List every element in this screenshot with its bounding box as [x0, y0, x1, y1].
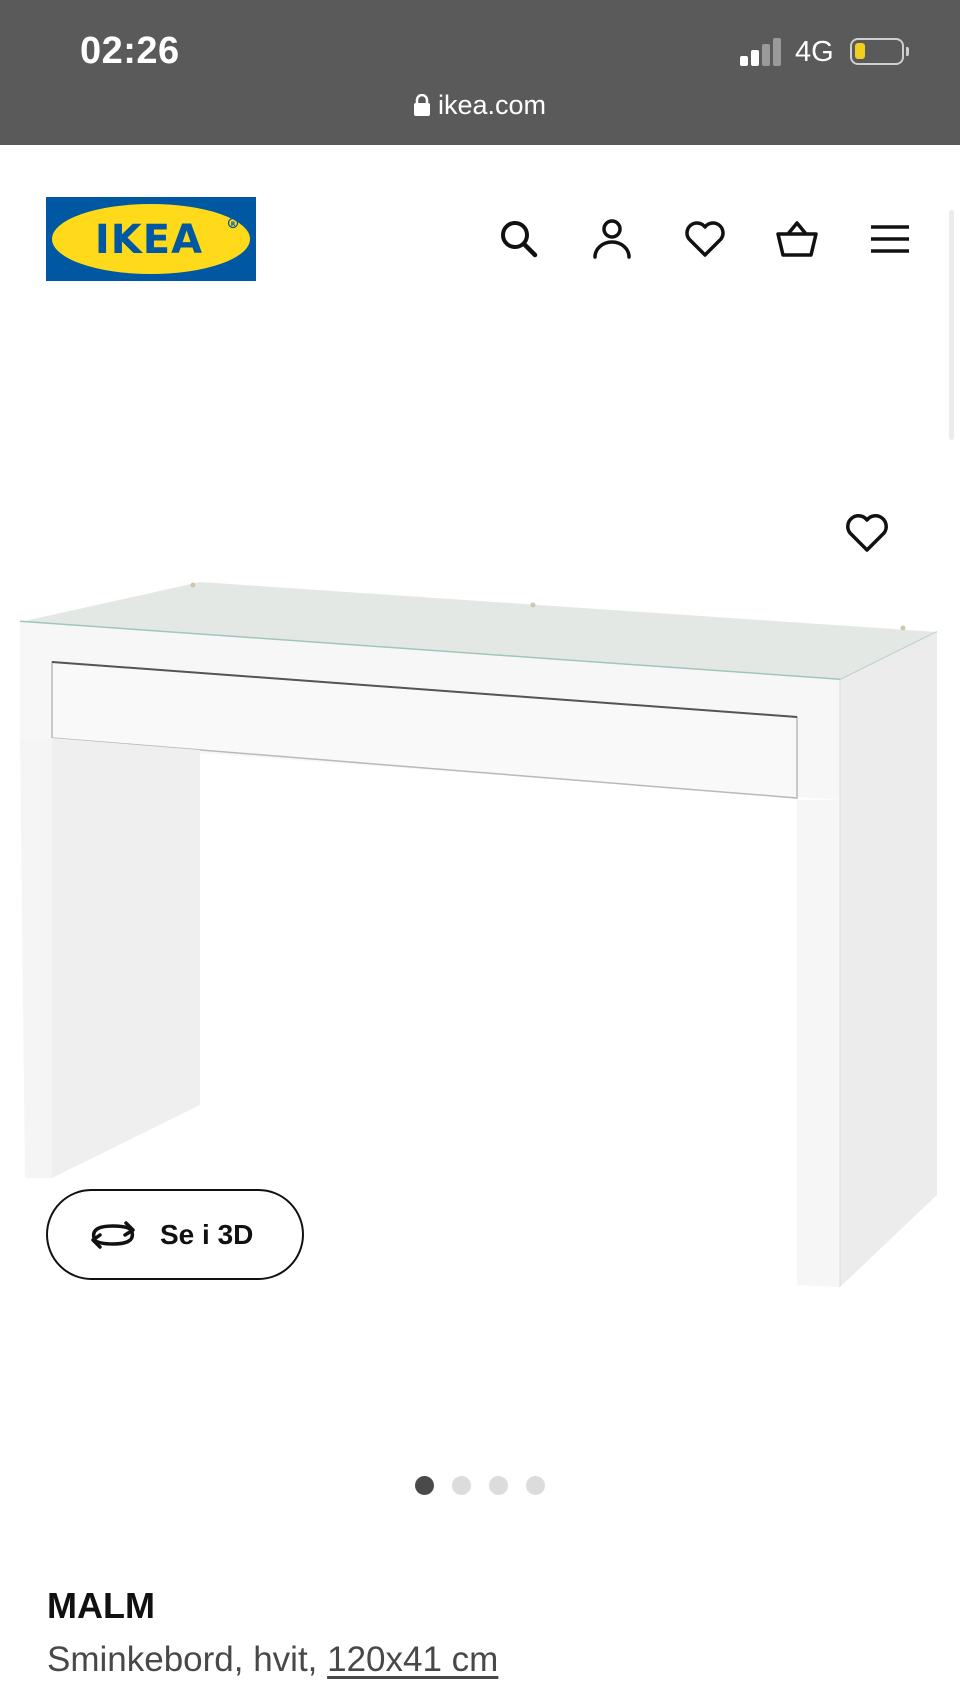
status-time: 02:26: [80, 30, 180, 72]
search-icon[interactable]: [497, 217, 541, 261]
carousel-dot[interactable]: [452, 1476, 471, 1495]
view-3d-label: Se i 3D: [160, 1219, 254, 1250]
scroll-indicator: [949, 210, 954, 440]
battery-icon: [850, 38, 909, 65]
account-icon[interactable]: [590, 217, 634, 261]
carousel-dot[interactable]: [526, 1476, 545, 1495]
url-text: ikea.com: [437, 90, 547, 120]
network-type: 4G: [795, 36, 834, 68]
cart-icon[interactable]: [775, 217, 819, 261]
signal-strength-icon: [740, 38, 784, 66]
product-dimensions-link[interactable]: 120x41 cm: [327, 1640, 498, 1679]
rotate-3d-icon: [91, 1221, 135, 1249]
product-type-color: Sminkebord, hvit,: [47, 1640, 328, 1679]
image-carousel-dots: [0, 1476, 960, 1496]
address-bar[interactable]: ikea.com: [0, 90, 960, 121]
lock-icon: [413, 94, 430, 116]
product-favourite-icon[interactable]: [843, 510, 891, 558]
view-3d-button[interactable]: Se i 3D: [46, 1189, 304, 1280]
carousel-dot[interactable]: [415, 1476, 434, 1495]
svg-text:R: R: [231, 221, 236, 228]
battery-level: [855, 43, 865, 59]
status-bar: 02:26 4G ikea.com: [0, 0, 960, 145]
favourites-icon[interactable]: [683, 217, 727, 261]
logo-text: IKEA: [95, 217, 203, 263]
carousel-dot[interactable]: [489, 1476, 508, 1495]
product-description: Sminkebord, hvit, 120x41 cm: [47, 1640, 498, 1680]
ikea-logo[interactable]: IKEA R: [46, 197, 256, 281]
ikea-logo-graphic: IKEA R: [46, 197, 256, 281]
site-header: IKEA R: [0, 145, 960, 295]
product-name: MALM: [47, 1585, 155, 1626]
menu-icon[interactable]: [868, 217, 912, 261]
